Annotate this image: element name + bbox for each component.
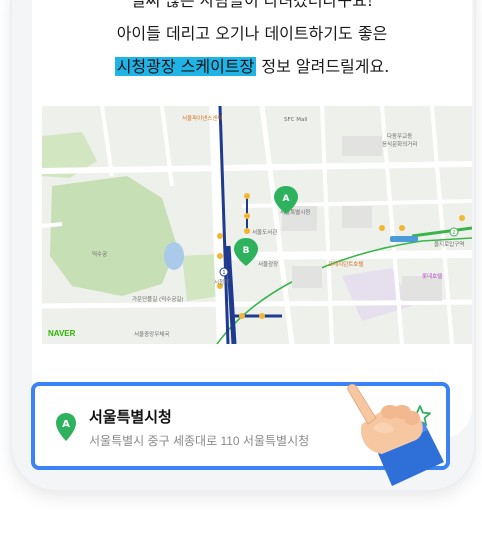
line-2-badge-text: 2	[452, 230, 455, 236]
headline-line-3: 시청광장 스케이트장 정보 알려드릴게요.	[32, 50, 472, 83]
map-label-plaza-hotel: 프레지던트호텔	[328, 260, 363, 268]
map-label-euljiro-station: 을지로입구역	[434, 240, 464, 248]
place-address: 서울특별시 중구 세종대로 110 서울특별시청	[89, 434, 310, 448]
naver-logo: NAVER	[48, 329, 76, 338]
map-label-finance: 서울파이낸스센터	[182, 114, 222, 122]
map-canvas[interactable]: SFC Mall 다동우교동 음식문화의거리 덕수궁 서울특별시청 시청역 서울…	[42, 106, 472, 344]
map-label-dadong: 다동우교동	[387, 132, 412, 140]
pond	[164, 242, 184, 270]
map-pin-b-letter: B	[243, 246, 250, 256]
map-label-deoksugung: 덕수궁	[92, 251, 107, 258]
map-pin-a-letter: A	[283, 194, 290, 204]
map-label-city-library: 서울도서관	[252, 228, 277, 236]
euljiro-station-marker	[390, 236, 418, 242]
pin-letter: A	[62, 419, 70, 430]
headline-highlight: 시청광장 스케이트장	[114, 57, 257, 76]
map-label-plaza: 서울광장	[258, 260, 278, 268]
headline-line-1: 벌써 많은 사람들이 다녀갔더라구요!	[130, 0, 374, 10]
map-label-eumsik: 음식문화의거리	[382, 140, 417, 148]
map-label-deoksugung-gate: 가운단플길 (덕수궁길)	[132, 295, 184, 303]
map-label-city-hall-station: 시청역	[214, 278, 229, 286]
map-view[interactable]: SFC Mall 다동우교동 음식문화의거리 덕수궁 서울특별시청 시청역 서울…	[42, 106, 472, 344]
pointing-hand-icon	[347, 383, 444, 486]
map-label-lotte-hotel: 롯데호텔	[422, 272, 442, 280]
headline-line-2: 아이들 데리고 오기나 데이트하기도 좋은	[116, 24, 388, 43]
line-1-badge: 1	[219, 267, 229, 277]
map-label-post: 서울중앙우체국	[134, 330, 169, 338]
place-name[interactable]: 서울특별시청	[89, 406, 172, 427]
line-1-badge-text: 1	[222, 270, 225, 276]
line-2-badge: 2	[449, 227, 459, 237]
headline: 벌써 많은 사람들이 다녀갔더라구요! 아이들 데리고 오기나 데이트하기도 좋…	[32, 0, 472, 83]
map-pin-icon: A	[56, 413, 76, 441]
headline-line-3-rest: 정보 알려드릴게요.	[256, 57, 390, 76]
phone-screen: 벌써 많은 사람들이 다녀갔더라구요! 아이들 데리고 오기나 데이트하기도 좋…	[32, 0, 472, 438]
map-label-sfc: SFC Mall	[284, 117, 308, 123]
